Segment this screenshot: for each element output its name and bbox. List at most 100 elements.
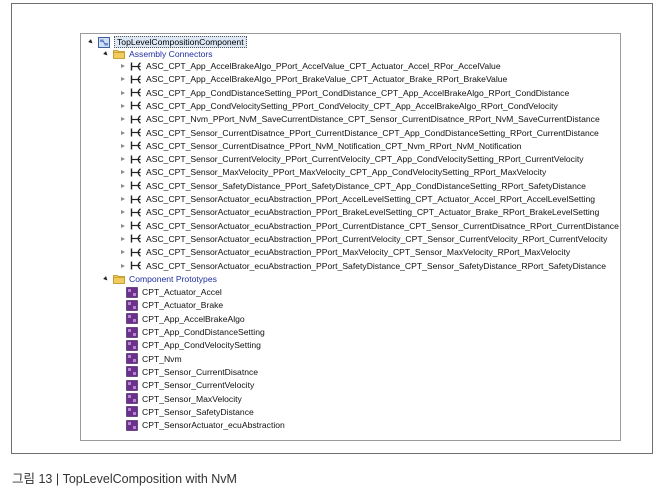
assembly-connector-item[interactable]: ASC_CPT_Nvm_PPort_NvM_SaveCurrentDistanc…	[119, 113, 600, 125]
collapsed-arrow-icon[interactable]	[119, 73, 126, 85]
component-prototype-icon	[126, 419, 138, 431]
assembly-connector-label: ASC_CPT_Sensor_MaxVelocity_PPort_MaxVelo…	[146, 167, 547, 178]
component-prototype-label: CPT_Nvm	[142, 353, 182, 364]
component-prototype-item[interactable]: CPT_App_CondVelocitySetting	[126, 339, 261, 351]
assembly-connector-label: ASC_CPT_Sensor_CurrentDisatnce_PPort_NvM…	[146, 140, 522, 151]
connector-icon	[130, 220, 142, 231]
component-prototype-item[interactable]: CPT_Actuator_Accel	[126, 286, 222, 298]
collapsed-arrow-icon[interactable]	[119, 233, 126, 245]
assembly-connector-item[interactable]: ASC_CPT_SensorActuator_ecuAbstraction_PP…	[119, 206, 599, 218]
collapsed-arrow-icon[interactable]	[119, 180, 126, 192]
assembly-connector-item[interactable]: ASC_CPT_App_CondDistanceSetting_PPort_Co…	[119, 87, 569, 99]
assembly-connector-item[interactable]: ASC_CPT_Sensor_CurrentDisatnce_PPort_Cur…	[119, 127, 599, 139]
collapsed-arrow-icon[interactable]	[119, 193, 126, 205]
connector-icon	[130, 114, 142, 125]
assembly-connector-label: ASC_CPT_SensorActuator_ecuAbstraction_PP…	[146, 207, 600, 218]
component-prototype-item[interactable]: CPT_Sensor_SafetyDistance	[126, 406, 254, 418]
assembly-connector-item[interactable]: ASC_CPT_Sensor_CurrentDisatnce_PPort_NvM…	[119, 140, 521, 152]
component-prototype-label: CPT_Sensor_SafetyDistance	[142, 406, 254, 417]
assembly-connector-label: ASC_CPT_SensorActuator_ecuAbstraction_PP…	[146, 260, 607, 271]
figure-frame: TopLevelCompositionComponent Assembly Co…	[11, 3, 653, 454]
collapsed-arrow-icon[interactable]	[119, 60, 126, 72]
tree-group-assembly-connectors[interactable]: Assembly Connectors	[102, 48, 213, 60]
component-prototype-item[interactable]: CPT_Actuator_Brake	[126, 299, 223, 311]
connector-icon	[130, 167, 142, 178]
assembly-connector-item[interactable]: ASC_CPT_SensorActuator_ecuAbstraction_PP…	[119, 246, 570, 258]
component-prototype-icon	[126, 379, 138, 391]
component-prototype-label: CPT_Sensor_MaxVelocity	[142, 393, 242, 404]
component-prototype-icon	[126, 286, 138, 298]
connector-icon	[130, 180, 142, 191]
component-prototype-icon	[126, 393, 138, 404]
connector-icon	[130, 207, 142, 218]
connector-icon	[130, 194, 142, 205]
component-prototype-icon	[126, 366, 138, 378]
expanded-arrow-icon[interactable]	[102, 273, 109, 285]
collapsed-arrow-icon[interactable]	[119, 153, 126, 165]
expanded-arrow-icon[interactable]	[87, 36, 94, 48]
component-prototype-label: CPT_Sensor_CurrentDisatnce	[142, 366, 259, 377]
collapsed-arrow-icon[interactable]	[119, 206, 126, 218]
component-prototype-label: CPT_SensorActuator_ecuAbstraction	[142, 420, 285, 431]
connector-icon	[130, 154, 142, 165]
component-prototype-label: CPT_Actuator_Brake	[142, 300, 224, 311]
collapsed-arrow-icon[interactable]	[119, 220, 126, 232]
component-prototype-label: CPT_Actuator_Accel	[142, 287, 222, 298]
component-prototype-icon	[126, 339, 138, 351]
component-prototype-item[interactable]: CPT_Sensor_MaxVelocity	[126, 393, 242, 405]
component-prototype-item[interactable]: CPT_Nvm	[126, 353, 182, 365]
assembly-connector-item[interactable]: ASC_CPT_App_AccelBrakeAlgo_PPort_BrakeVa…	[119, 73, 507, 85]
assembly-connector-item[interactable]: ASC_CPT_Sensor_CurrentVelocity_PPort_Cur…	[119, 153, 584, 165]
connector-icon	[130, 61, 142, 72]
connector-icon	[130, 127, 142, 138]
assembly-connector-label: ASC_CPT_App_CondDistanceSetting_PPort_Co…	[146, 87, 570, 98]
assembly-connector-item[interactable]: ASC_CPT_Sensor_SafetyDistance_PPort_Safe…	[119, 180, 586, 192]
assembly-connector-item[interactable]: ASC_CPT_SensorActuator_ecuAbstraction_PP…	[119, 220, 619, 232]
collapsed-arrow-icon[interactable]	[119, 113, 126, 125]
folder-icon	[113, 273, 125, 284]
connector-icon	[130, 247, 142, 258]
assembly-connector-label: ASC_CPT_App_CondVelocitySetting_PPort_Co…	[146, 100, 558, 111]
assembly-connector-item[interactable]: ASC_CPT_SensorActuator_ecuAbstraction_PP…	[119, 233, 607, 245]
assembly-connector-label: ASC_CPT_Sensor_CurrentVelocity_PPort_Cur…	[146, 154, 584, 165]
collapsed-arrow-icon[interactable]	[119, 100, 126, 112]
expanded-arrow-icon[interactable]	[102, 48, 109, 60]
collapsed-arrow-icon[interactable]	[119, 166, 126, 178]
assembly-connector-label: ASC_CPT_SensorActuator_ecuAbstraction_PP…	[146, 220, 619, 231]
assembly-connector-item[interactable]: ASC_CPT_App_AccelBrakeAlgo_PPort_AccelVa…	[119, 60, 501, 72]
component-prototype-item[interactable]: CPT_Sensor_CurrentVelocity	[126, 379, 254, 391]
assembly-connector-item[interactable]: ASC_CPT_App_CondVelocitySetting_PPort_Co…	[119, 100, 558, 112]
tree-group-label: Assembly Connectors	[129, 49, 213, 59]
assembly-connector-label: ASC_CPT_Sensor_SafetyDistance_PPort_Safe…	[146, 180, 586, 191]
collapsed-arrow-icon[interactable]	[119, 260, 126, 272]
tree-root[interactable]: TopLevelCompositionComponent	[87, 36, 247, 48]
model-tree-panel: TopLevelCompositionComponent Assembly Co…	[80, 33, 621, 441]
collapsed-arrow-icon[interactable]	[119, 87, 126, 99]
assembly-connector-label: ASC_CPT_App_AccelBrakeAlgo_PPort_AccelVa…	[146, 61, 501, 71]
connector-icon	[130, 100, 142, 111]
connector-icon	[130, 233, 142, 244]
collapsed-arrow-icon[interactable]	[119, 127, 126, 139]
component-prototype-label: CPT_App_CondDistanceSetting	[142, 327, 265, 337]
assembly-connector-label: ASC_CPT_App_AccelBrakeAlgo_PPort_BrakeVa…	[146, 74, 508, 85]
component-prototype-label: CPT_App_AccelBrakeAlgo	[142, 313, 245, 324]
collapsed-arrow-icon[interactable]	[119, 246, 126, 258]
component-prototype-icon	[126, 326, 138, 338]
component-prototype-icon	[126, 406, 138, 418]
assembly-connector-label: ASC_CPT_Sensor_CurrentDisatnce_PPort_Cur…	[146, 127, 599, 138]
component-prototype-item[interactable]: CPT_App_AccelBrakeAlgo	[126, 313, 245, 325]
component-prototype-item[interactable]: CPT_Sensor_CurrentDisatnce	[126, 366, 258, 378]
component-prototype-item[interactable]: CPT_SensorActuator_ecuAbstraction	[126, 419, 285, 431]
collapsed-arrow-icon[interactable]	[119, 140, 126, 152]
component-prototype-item[interactable]: CPT_App_CondDistanceSetting	[126, 326, 265, 338]
assembly-connector-item[interactable]: ASC_CPT_SensorActuator_ecuAbstraction_PP…	[119, 260, 606, 272]
component-prototype-label: CPT_Sensor_CurrentVelocity	[142, 380, 255, 391]
assembly-connector-item[interactable]: ASC_CPT_Sensor_MaxVelocity_PPort_MaxVelo…	[119, 166, 546, 178]
figure-caption: 그림 13 | TopLevelComposition with NvM	[12, 472, 237, 486]
connector-icon	[130, 140, 142, 151]
tree-root-label[interactable]: TopLevelCompositionComponent	[114, 36, 247, 48]
tree-group-component-prototypes[interactable]: Component Prototypes	[102, 273, 217, 285]
connector-icon	[130, 87, 142, 98]
connector-icon	[130, 74, 142, 85]
assembly-connector-item[interactable]: ASC_CPT_SensorActuator_ecuAbstraction_PP…	[119, 193, 595, 205]
